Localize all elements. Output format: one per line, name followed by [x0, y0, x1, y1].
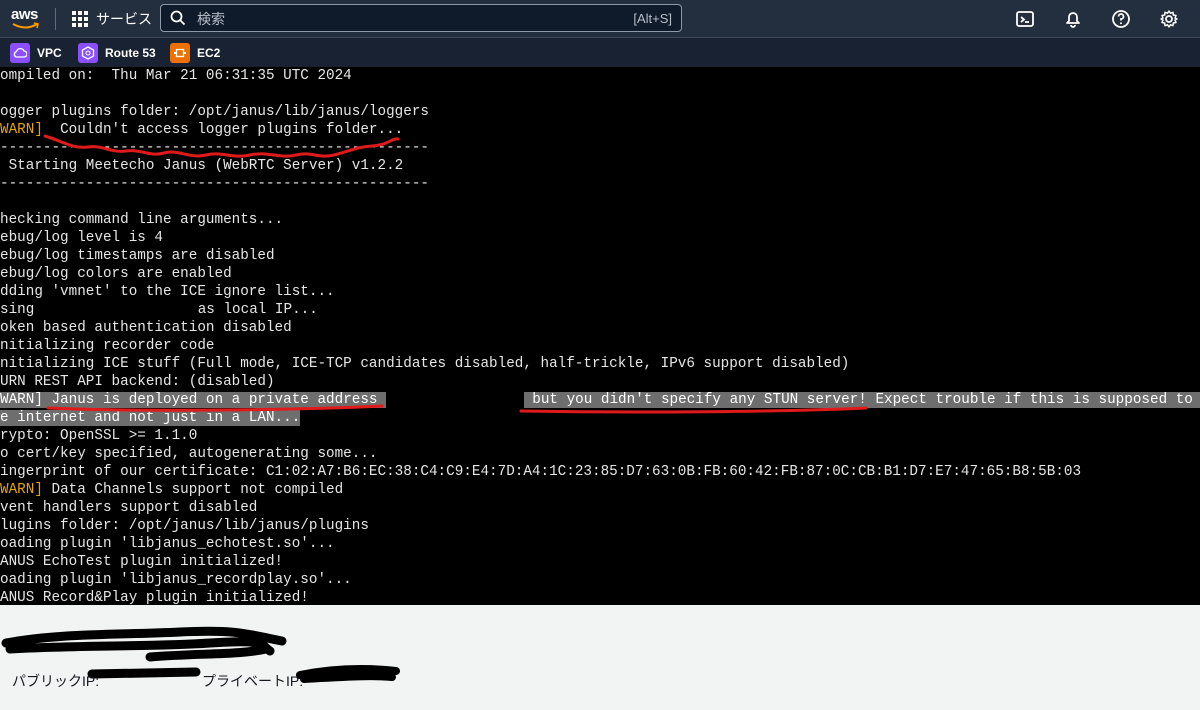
terminal-text: o cert/key specified, autogenerating som…	[0, 446, 378, 462]
terminal-line: nitializing ICE stuff (Full mode, ICE-TC…	[0, 355, 849, 373]
terminal-output[interactable]: ANUS Record&Play plugin initialized! oadi…	[0, 67, 1200, 605]
terminal-text: ompiled on: Thu Mar 21 06:31:35 UTC 2024	[0, 68, 352, 84]
redacted-ip	[386, 391, 524, 409]
terminal-text: as local IP...	[197, 302, 318, 318]
warn-tag: WARN]	[0, 122, 43, 138]
terminal-line: oading plugin 'libjanus_recordplay.so'..…	[0, 571, 352, 589]
services-menu-button[interactable]: サービス	[72, 9, 152, 29]
settings-icon[interactable]	[1159, 9, 1179, 29]
terminal-line: Starting Meetecho Janus (WebRTC Server) …	[0, 157, 404, 175]
private-ip-label: プライベートIP:	[202, 673, 304, 689]
terminal-line: ebug/log colors are enabled	[0, 265, 232, 283]
terminal-line: nitializing recorder code	[0, 337, 215, 355]
help-icon[interactable]	[1111, 9, 1131, 29]
nav-divider	[55, 8, 56, 30]
terminal-text: Couldn't access logger plugins folder...	[42, 122, 404, 138]
terminal-line: hecking command line arguments...	[0, 211, 283, 229]
terminal-line: o cert/key specified, autogenerating som…	[0, 445, 378, 463]
terminal-text: ebug/log colors are enabled	[0, 266, 232, 282]
favorite-vpc[interactable]: VPC	[10, 42, 62, 64]
terminal-text: ebug/log timestamps are disabled	[0, 248, 275, 264]
terminal-text: Janus is deployed on a private address	[42, 392, 387, 408]
terminal-text: URN REST API backend: (disabled)	[0, 374, 275, 390]
top-nav-bar: aws サービス [Alt+S]	[0, 0, 1200, 37]
terminal-line: ingerprint of our certificate: C1:02:A7:…	[0, 463, 1081, 481]
favorite-label: Route 53	[105, 46, 156, 60]
aws-smile-icon	[12, 22, 39, 29]
terminal-text: nitializing ICE stuff (Full mode, ICE-TC…	[0, 356, 850, 372]
terminal-text: rypto: OpenSSL >= 1.1.0	[0, 428, 198, 444]
terminal-text: ANUS EchoTest plugin initialized!	[0, 554, 284, 570]
redacted-ip	[34, 301, 198, 319]
terminal-line: e internet and not just in a LAN...	[0, 409, 301, 427]
terminal-text: hecking command line arguments...	[0, 212, 284, 228]
terminal-line: dding 'vmnet' to the ICE ignore list...	[0, 283, 335, 301]
route53-service-icon	[78, 43, 98, 63]
terminal-line: vent handlers support disabled	[0, 499, 257, 517]
terminal-line: lugins folder: /opt/janus/lib/janus/plug…	[0, 517, 369, 535]
terminal-text: ingerprint of our certificate: C1:02:A7:…	[0, 464, 1082, 480]
favorite-route53[interactable]: Route 53	[78, 42, 156, 64]
terminal-text: Starting Meetecho Janus (WebRTC Server) …	[0, 158, 404, 174]
terminal-text: oken based authentication disabled	[0, 320, 292, 336]
terminal-text: oading plugin 'libjanus_recordplay.so'..…	[0, 572, 352, 588]
terminal-text: nitializing recorder code	[0, 338, 215, 354]
terminal-text: ----------------------------------------…	[0, 140, 429, 156]
services-label: サービス	[96, 11, 152, 27]
terminal-text: lugins folder: /opt/janus/lib/janus/plug…	[0, 518, 369, 534]
notifications-icon[interactable]	[1063, 9, 1083, 29]
terminal-text: ebug/log level is 4	[0, 230, 164, 246]
terminal-line: ----------------------------------------…	[0, 175, 429, 193]
services-grid-icon	[72, 11, 88, 27]
favorites-bar: VPC Route 53 EC2	[0, 37, 1200, 67]
terminal-line: ANUS Record&Play plugin initialized!	[0, 589, 309, 605]
public-ip-label: パブリックIP:	[12, 673, 100, 689]
instance-summary-panel: パブリックIP: プライベートIP:	[0, 605, 1200, 710]
terminal-line: sing as local IP...	[0, 301, 318, 319]
terminal-line: oken based authentication disabled	[0, 319, 292, 337]
search-icon	[170, 10, 186, 26]
terminal-line: ebug/log timestamps are disabled	[0, 247, 275, 265]
terminal-text: but you didn't specify any STUN server! …	[523, 392, 1200, 408]
terminal-line: ----------------------------------------…	[0, 139, 429, 157]
search-shortcut-hint: [Alt+S]	[633, 11, 672, 26]
terminal-text: e internet and not just in a LAN...	[0, 410, 301, 426]
terminal-text: oading plugin 'libjanus_echotest.so'...	[0, 536, 335, 552]
terminal-text: dding 'vmnet' to the ICE ignore list...	[0, 284, 335, 300]
terminal-text: ogger plugins folder: /opt/janus/lib/jan…	[0, 104, 429, 120]
favorite-label: EC2	[197, 46, 221, 60]
terminal-line: ANUS EchoTest plugin initialized!	[0, 553, 283, 571]
terminal-text: ----------------------------------------…	[0, 176, 429, 192]
aws-logo-text: aws	[11, 6, 38, 23]
terminal-text: ANUS Record&Play plugin initialized!	[0, 590, 309, 605]
terminal-line: rypto: OpenSSL >= 1.1.0	[0, 427, 197, 445]
terminal-line: ebug/log level is 4	[0, 229, 163, 247]
vpc-service-icon	[10, 43, 30, 63]
terminal-text: sing	[0, 302, 35, 318]
terminal-text: vent handlers support disabled	[0, 500, 258, 516]
warn-tag: WARN]	[0, 392, 43, 408]
terminal-line: WARN] Data Channels support not compiled	[0, 481, 343, 499]
favorite-label: VPC	[37, 46, 62, 60]
cloudshell-icon[interactable]	[1015, 9, 1035, 29]
terminal-line: ompiled on: Thu Mar 21 06:31:35 UTC 2024	[0, 67, 352, 85]
search-input[interactable]	[195, 8, 599, 30]
terminal-line: oading plugin 'libjanus_echotest.so'...	[0, 535, 335, 553]
redaction-scribble	[1, 626, 400, 683]
terminal-line: ogger plugins folder: /opt/janus/lib/jan…	[0, 103, 429, 121]
search-box[interactable]: [Alt+S]	[160, 4, 682, 32]
terminal-line: WARN] Janus is deployed on a private add…	[0, 391, 1200, 409]
warn-tag: WARN]	[0, 482, 43, 498]
ec2-service-icon	[170, 43, 190, 63]
aws-logo[interactable]: aws	[10, 4, 42, 32]
favorite-ec2[interactable]: EC2	[170, 42, 220, 64]
terminal-text: Data Channels support not compiled	[42, 482, 344, 498]
terminal-line: URN REST API backend: (disabled)	[0, 373, 275, 391]
terminal-line: WARN] Couldn't access logger plugins fol…	[0, 121, 403, 139]
